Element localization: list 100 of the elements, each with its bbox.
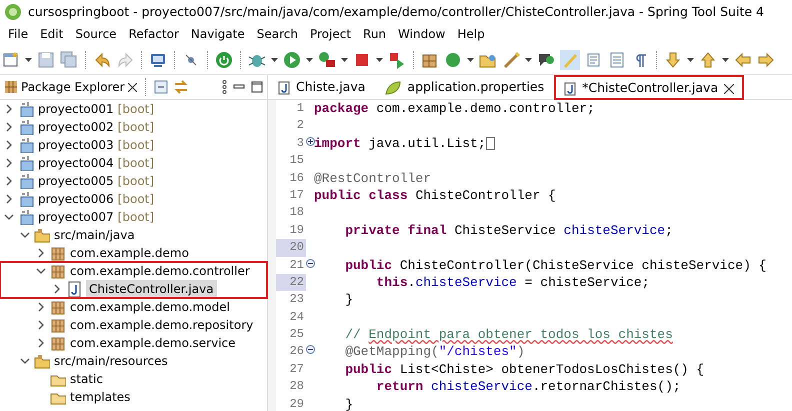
project-folder-icon (18, 137, 34, 153)
line-number: 17 (290, 188, 304, 202)
editor-tab[interactable]: *ChisteController.java (554, 75, 744, 100)
code-line: public List<Chiste> obtenerTodosLosChistes() { (344, 362, 704, 377)
tree-item[interactable]: proyecto004 [boot] (0, 154, 267, 172)
tree-item[interactable]: proyecto003 [boot] (0, 136, 267, 154)
leaf-icon (385, 80, 402, 94)
close-icon[interactable] (724, 84, 734, 94)
line-number: 3 (296, 136, 304, 150)
dropdown-caret-icon[interactable] (271, 58, 278, 62)
tree-item[interactable]: static (0, 370, 267, 388)
dropdown-caret-icon[interactable] (722, 58, 729, 62)
line-number: 24 (290, 310, 304, 324)
tree-item[interactable]: proyecto002 [boot] (0, 118, 267, 136)
code-line: this.chisteService = chisteService; (375, 274, 650, 290)
terminate-icon[interactable] (388, 50, 406, 68)
menu-item[interactable]: Search (250, 24, 304, 45)
tree-item[interactable]: src/main/java (0, 226, 267, 244)
document-icon[interactable] (608, 50, 626, 68)
wand-icon[interactable] (502, 50, 520, 68)
line-number: 16 (290, 170, 304, 185)
package-icon (50, 299, 66, 315)
back-arrow-icon[interactable] (734, 50, 752, 68)
collapse-fold-icon[interactable] (306, 345, 315, 354)
code-line: @RestController (314, 170, 432, 186)
tree-item[interactable]: proyecto005 [boot] (0, 172, 267, 190)
editor-tab[interactable]: application.properties (375, 75, 554, 100)
package-icon (4, 80, 18, 94)
project-folder-icon (18, 209, 34, 225)
dropdown-caret-icon[interactable] (467, 58, 474, 62)
link-arrows-icon[interactable] (174, 80, 188, 94)
tree-item[interactable]: com.example.demo.model (0, 298, 267, 316)
menu-item[interactable]: Run (357, 24, 392, 45)
view-menu-icon[interactable] (222, 80, 227, 94)
tree-item[interactable]: com.example.demo.repository (0, 316, 267, 334)
expand-fold-icon[interactable] (306, 136, 315, 146)
line-number: 15 (290, 153, 304, 168)
folded-code-icon[interactable] (486, 136, 495, 150)
menu-item[interactable]: Refactor (122, 24, 185, 45)
menu-item[interactable]: Project (304, 24, 358, 45)
next-annotation-icon[interactable] (664, 50, 682, 68)
dropdown-caret-icon[interactable] (306, 58, 313, 62)
run-tool-icon[interactable] (318, 50, 336, 68)
chevron-down-icon[interactable] (20, 356, 30, 366)
run-icon[interactable] (283, 50, 301, 68)
tree-item[interactable]: com.example.demo (0, 244, 267, 262)
code-line: package com.example.demo.controller; (314, 101, 595, 116)
line-number: 20 (290, 240, 304, 254)
menu-item[interactable]: Navigate (184, 24, 251, 45)
java-file-icon (66, 281, 82, 297)
line-number: 29 (290, 396, 304, 411)
line-number: 1 (296, 101, 304, 115)
project-folder-icon (18, 155, 34, 171)
menu-item[interactable]: Edit (34, 24, 70, 45)
tree-item[interactable]: com.example.demo.controller (0, 262, 267, 280)
dropdown-caret-icon[interactable] (25, 58, 32, 62)
code-line: } (344, 396, 354, 411)
power-icon[interactable] (215, 50, 233, 68)
chevron-down-icon[interactable] (36, 266, 46, 276)
tree-item[interactable]: templates (0, 388, 267, 406)
code-line: @GetMapping("/chistes") (344, 344, 525, 360)
tree-item[interactable]: ChisteController.java (0, 280, 267, 298)
chevron-right-icon[interactable] (36, 248, 46, 258)
java-file-icon (278, 80, 290, 94)
dropdown-caret-icon[interactable] (525, 58, 532, 62)
previous-annotation-icon[interactable] (699, 50, 717, 68)
forward-arrow-icon[interactable] (757, 50, 775, 68)
dropdown-caret-icon[interactable] (687, 58, 694, 62)
source-folder-icon (34, 227, 50, 243)
menu-item[interactable]: Window (392, 24, 452, 45)
project-folder-icon (18, 173, 34, 189)
project-folder-icon (18, 101, 34, 117)
menu-item[interactable]: Source (69, 24, 123, 45)
undo-arrow-icon[interactable] (93, 50, 111, 68)
project-folder-icon (18, 191, 34, 207)
tree-item[interactable]: proyecto001 [boot] (0, 100, 267, 118)
line-number: 25 (290, 327, 304, 342)
dropdown-caret-icon[interactable] (376, 58, 383, 62)
new-file-icon[interactable] (2, 50, 20, 68)
code-line: private final ChisteService chisteService; (344, 222, 673, 238)
editor-tab[interactable]: Chiste.java (268, 75, 376, 100)
package-icon (50, 263, 66, 279)
package-icon (50, 335, 66, 351)
collapse-all-icon[interactable] (154, 80, 168, 94)
close-icon[interactable] (128, 82, 137, 92)
save-icon[interactable] (37, 50, 55, 68)
line-number: 23 (290, 292, 304, 306)
maximize-icon[interactable] (251, 81, 263, 93)
package-explorer-tab[interactable]: Package Explorer (4, 78, 137, 96)
menu-item[interactable]: Help (451, 24, 491, 45)
tree-item[interactable]: proyecto006 [boot] (0, 190, 267, 208)
tree-item[interactable]: com.example.demo.service (0, 334, 267, 352)
java-file-icon (564, 82, 576, 96)
tree-item[interactable]: src/main/resources (0, 352, 267, 370)
tree-item[interactable]: proyecto007 [boot] (0, 208, 267, 226)
collapse-fold-icon[interactable] (306, 258, 315, 268)
dropdown-caret-icon[interactable] (341, 58, 348, 62)
save-all-icon[interactable] (60, 50, 78, 68)
menu-item[interactable]: File (2, 24, 34, 45)
package-icon (50, 317, 66, 333)
